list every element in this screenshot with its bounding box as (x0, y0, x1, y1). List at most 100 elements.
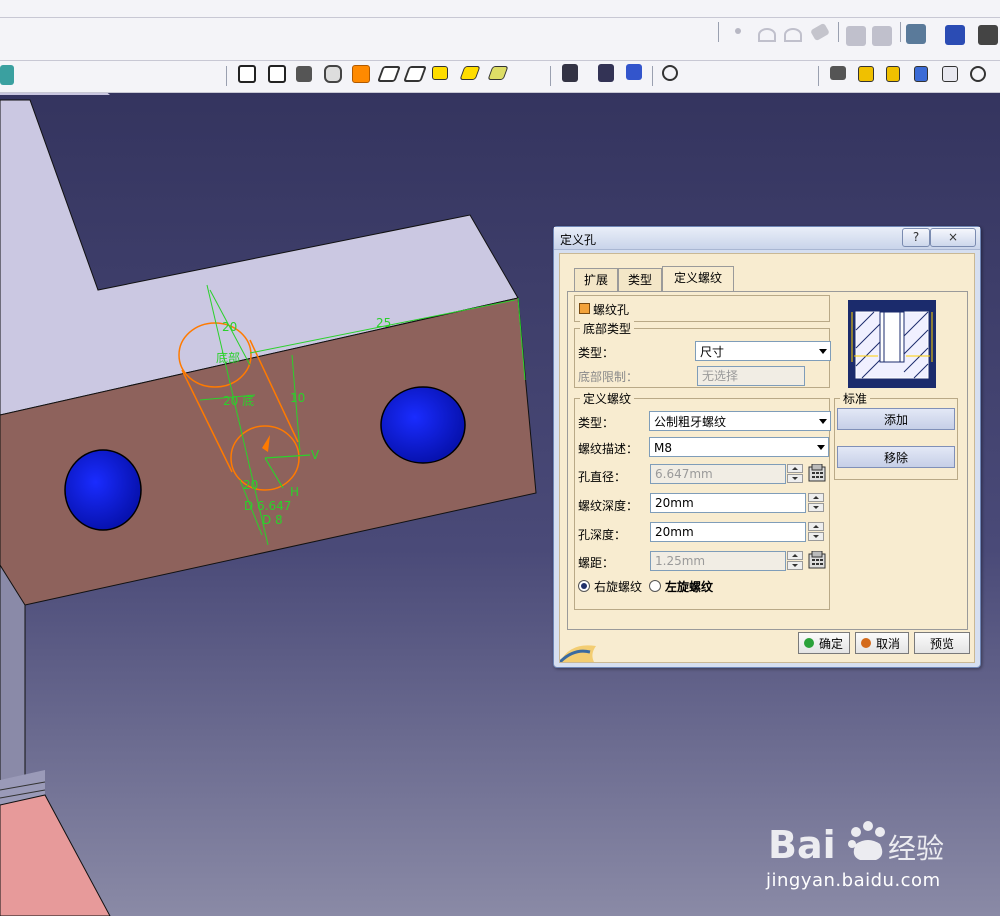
dim-label: D 6.647 (244, 499, 292, 513)
left-thread-label: 左旋螺纹 (665, 580, 714, 594)
sketch-icon[interactable] (0, 65, 14, 85)
hole-depth-label: 孔深度： (578, 528, 627, 542)
pitch-field[interactable]: 1.25mm (650, 551, 786, 571)
hole-left (64, 449, 142, 531)
chevron-down-icon (817, 445, 825, 450)
pocket-icon[interactable] (268, 65, 286, 83)
help-button[interactable]: ? (902, 228, 930, 247)
view-front-icon[interactable] (886, 66, 900, 82)
loft-icon[interactable] (432, 66, 448, 80)
tab-thread-definition[interactable]: 定义螺纹 (662, 266, 734, 292)
threaded-checkbox[interactable] (579, 303, 590, 314)
thread-type-select[interactable]: 公制粗牙螺纹 (649, 411, 831, 431)
dim-label: 25 (376, 316, 392, 330)
pitch-stepper[interactable] (787, 551, 803, 571)
constraint-icon[interactable] (562, 64, 578, 82)
thread-desc-label: 螺纹描述： (578, 442, 639, 456)
bottom-limit-label: 底部限制： (578, 370, 639, 384)
axis-icon[interactable] (662, 65, 678, 81)
wireframe-icon[interactable] (942, 66, 958, 82)
right-thread-radio[interactable] (578, 580, 590, 592)
shading-icon[interactable] (830, 66, 846, 80)
thread-depth-stepper[interactable] (808, 493, 824, 513)
hole-icon[interactable] (324, 65, 342, 83)
thread-desc-value: M8 (654, 441, 672, 455)
hole-depth-field[interactable]: 20mm (650, 522, 806, 542)
calculator-icon[interactable] (808, 463, 826, 482)
target-icon[interactable] (970, 66, 986, 82)
measure-icon[interactable] (598, 64, 614, 82)
dim-label: H (290, 485, 300, 499)
cube-icon[interactable] (846, 26, 866, 46)
dim-label: D 8 (262, 513, 283, 527)
svg-text:Bai: Bai (768, 823, 836, 867)
multi-pad-icon[interactable] (459, 66, 481, 80)
thread-preview-image (848, 300, 936, 388)
hole-diameter-label: 孔直径： (578, 470, 627, 484)
thread-depth-field[interactable]: 20mm (650, 493, 806, 513)
hole-active-icon[interactable] (352, 65, 370, 83)
add-standard-button[interactable]: 添加 (837, 408, 955, 430)
undo-icon[interactable] (784, 28, 802, 42)
hole-right (380, 386, 466, 464)
dialog-body: 扩展 类型 定义螺纹 螺纹孔 底部类型 类型： 尺寸 底部限制： 无选择 定义螺… (558, 253, 975, 664)
pitch-label: 螺距： (578, 556, 615, 570)
cancel-button[interactable]: 取消 (855, 632, 909, 654)
bottom-type-select[interactable]: 尺寸 (695, 341, 831, 361)
cube-icon[interactable] (872, 26, 892, 46)
bottom-type-label: 类型： (578, 346, 615, 360)
view-iso-icon[interactable] (858, 66, 874, 82)
define-hole-dialog: 定义孔 ? × 扩展 类型 定义螺纹 螺纹孔 底部类型 类型： 尺寸 底部限制：… (553, 226, 981, 668)
right-thread-label: 右旋螺纹 (594, 580, 643, 594)
bottom-type-value: 尺寸 (700, 345, 725, 359)
bottom-limit-value: 无选择 (702, 369, 739, 383)
dim-label: V (311, 448, 320, 462)
preview-button[interactable]: 预览 (914, 632, 970, 654)
hole-depth-stepper[interactable] (808, 522, 824, 542)
tools-icon[interactable] (978, 25, 998, 45)
chevron-down-icon (819, 419, 827, 424)
calculator-icon[interactable] (808, 550, 826, 569)
bottom-type-group-title: 底部类型 (580, 320, 635, 337)
chevron-down-icon (819, 349, 827, 354)
thread-depth-label: 螺纹深度： (578, 499, 639, 513)
dialog-titlebar[interactable]: 定义孔 ? × (554, 227, 980, 250)
threaded-checkbox-row: 螺纹孔 (574, 295, 830, 322)
svg-text:经验: 经验 (888, 832, 944, 865)
shaft-icon[interactable] (296, 66, 312, 82)
bottom-limit-field[interactable]: 无选择 (697, 366, 805, 386)
left-thread-radio[interactable] (649, 580, 661, 592)
assembly-icon[interactable] (906, 24, 926, 44)
redo-icon[interactable] (758, 28, 776, 42)
dim-label: 20 底 (223, 394, 255, 408)
tab-type[interactable]: 类型 (618, 268, 662, 291)
remove-loft-icon[interactable] (487, 66, 509, 80)
ok-icon (804, 638, 814, 648)
view-side-icon[interactable] (914, 66, 928, 82)
ok-button[interactable]: 确定 (798, 632, 850, 654)
dialog-title: 定义孔 (560, 233, 597, 247)
catia-logo (558, 634, 600, 664)
pattern-icon[interactable] (626, 64, 642, 80)
thread-depth-value: 20mm (655, 496, 694, 510)
thread-desc-select[interactable]: M8 (649, 437, 829, 457)
hole-diameter-field[interactable]: 6.647mm (650, 464, 786, 484)
close-button[interactable]: × (930, 228, 976, 247)
tab-panel: 螺纹孔 底部类型 类型： 尺寸 底部限制： 无选择 定义螺纹 类型： 公制粗牙螺… (567, 291, 968, 630)
thread-type-value: 公制粗牙螺纹 (654, 415, 727, 429)
watermark-logo: Bai 经验 (768, 818, 948, 868)
eraser-icon[interactable] (810, 22, 830, 42)
pad-icon[interactable] (238, 65, 256, 83)
remove-standard-button[interactable]: 移除 (837, 446, 955, 468)
watermark-url: jingyan.baidu.com (766, 870, 941, 891)
dim-label: 20 (222, 320, 238, 334)
slot-icon[interactable] (403, 66, 427, 82)
hole-depth-value: 20mm (655, 525, 694, 539)
dim-label: 10 (290, 391, 306, 405)
tab-extension[interactable]: 扩展 (574, 268, 618, 291)
small-dot-icon[interactable] (735, 28, 741, 34)
rib-icon[interactable] (377, 66, 401, 82)
ok-label: 确定 (819, 637, 844, 651)
hole-diameter-stepper[interactable] (787, 464, 803, 484)
grid-icon[interactable] (945, 25, 965, 45)
